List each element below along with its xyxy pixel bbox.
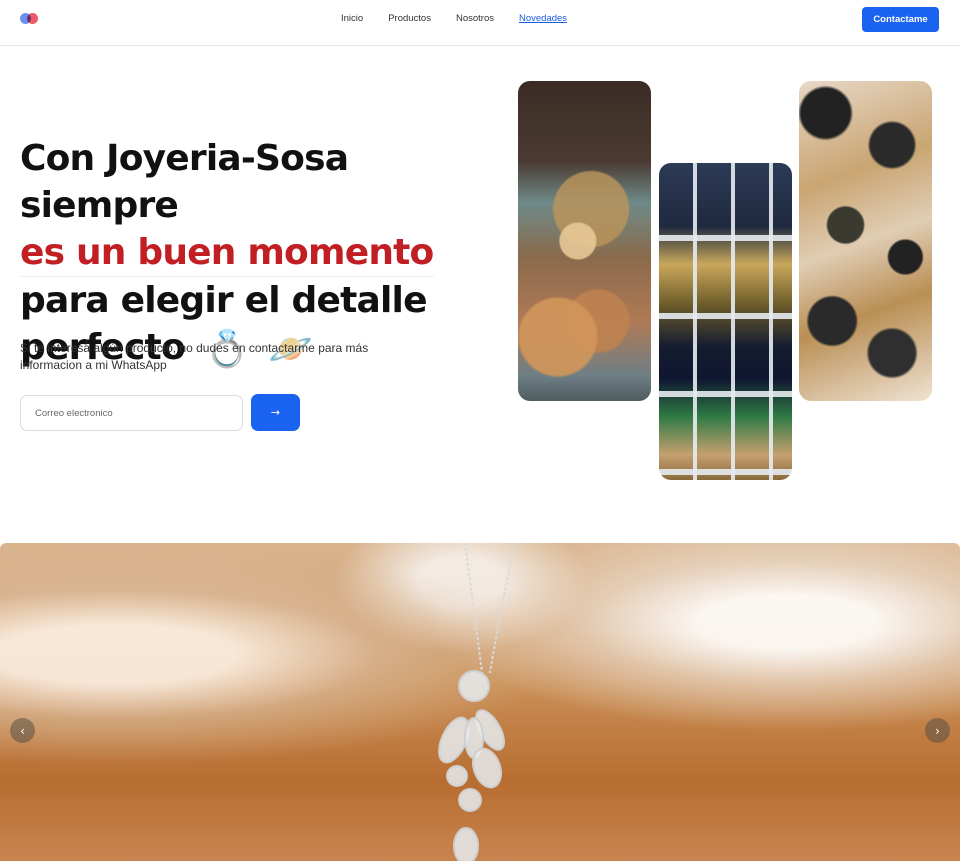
hero-title-accent: es un buen momento — [20, 229, 434, 277]
carousel-prev-button[interactable]: ‹ — [10, 718, 35, 743]
hero-title-line3: para elegir el detalle — [20, 280, 427, 321]
hero-subtitle: Si te interesa algún producto, no dudes … — [20, 341, 369, 372]
hero-title: Con Joyeria-Sosa siempre es un buen mome… — [20, 135, 500, 373]
nav-inicio[interactable]: Inicio — [341, 13, 363, 24]
chevron-right-icon: › — [935, 723, 940, 738]
site-header: Inicio Productos Nosotros Novedades Cont… — [0, 0, 960, 46]
jewelry-image-display-case — [659, 163, 792, 480]
jewelry-image-rings — [799, 81, 932, 401]
logo[interactable] — [20, 13, 40, 25]
carousel-next-button[interactable]: › — [925, 718, 950, 743]
chevron-left-icon: ‹ — [20, 723, 25, 738]
hero-title-line1: Con Joyeria-Sosa siempre — [20, 138, 349, 226]
jewelry-image-bracelets — [518, 81, 651, 401]
nav-novedades[interactable]: Novedades — [519, 13, 567, 24]
main-nav: Inicio Productos Nosotros Novedades — [341, 13, 592, 24]
pendant-image — [438, 670, 505, 861]
submit-arrow-button[interactable]: → — [251, 394, 300, 431]
nav-nosotros[interactable]: Nosotros — [456, 13, 494, 24]
contact-button[interactable]: Contactame — [862, 7, 939, 32]
nav-productos[interactable]: Productos — [388, 13, 431, 24]
arrow-right-icon: → — [270, 406, 281, 419]
necklace-chain-image — [464, 543, 515, 673]
logo-circle-red — [27, 13, 38, 24]
email-input[interactable] — [20, 395, 243, 431]
